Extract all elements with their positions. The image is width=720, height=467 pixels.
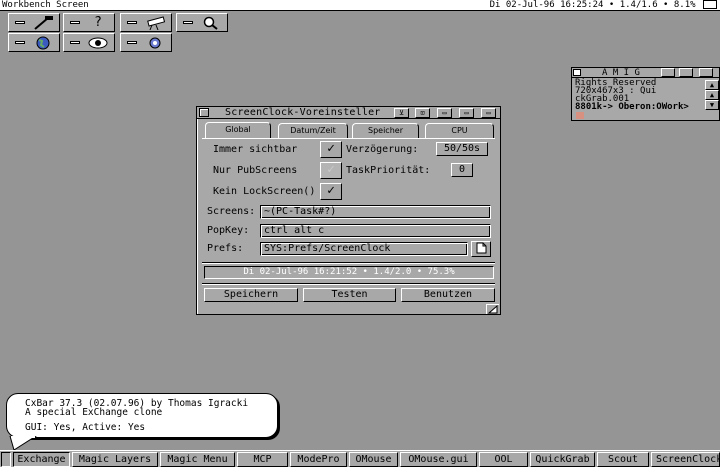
screen-title-bar[interactable]: Workbench Screen Di 02-Jul-96 16:25:24 •… (0, 0, 720, 11)
snapshot-gadget[interactable]: ⊡ (415, 108, 430, 118)
help-balloon: CxBar 37.3 (02.07.96) by Thomas Igracki … (6, 393, 278, 438)
clock-time: Di 02-Jul-96 16:25:24 (489, 0, 604, 10)
eye-icon (86, 35, 110, 51)
window-title-bar[interactable]: ScreenClock-Voreinsteller ⊻ ⊡ ▭ ▭ ▭ (197, 107, 500, 119)
taskbar-item-mcp[interactable]: MCP (237, 452, 288, 467)
delay-field[interactable]: 50/50s (436, 142, 488, 156)
zoom-gadget[interactable] (661, 68, 675, 77)
taskbar-item-omouse[interactable]: OMouse (349, 452, 398, 467)
launcher-button-7[interactable] (120, 33, 172, 52)
depth-gadget-2[interactable]: ▭ (481, 108, 496, 118)
taskbar-item-exchange[interactable]: Exchange (13, 452, 70, 467)
globe-icon (31, 35, 55, 51)
depth-gadget[interactable] (679, 68, 693, 77)
taskbar-item-quickgrab[interactable]: QuickGrab (530, 452, 595, 467)
depth-gadget[interactable]: ▭ (459, 108, 474, 118)
launcher-button-2[interactable]: ? (63, 13, 115, 32)
prefs-path-input[interactable]: SYS:Prefs/ScreenClock (260, 242, 468, 256)
mini-line-4: 8801k-> Oberon:OWork> (575, 102, 689, 112)
use-button[interactable]: Benutzen (401, 288, 495, 302)
mini-window-title-bar[interactable]: A M I G (572, 68, 719, 78)
help-icon: ? (94, 15, 102, 30)
file-requester-button[interactable] (471, 241, 491, 257)
task-priority-label: TaskPriorität: (346, 165, 431, 176)
file-icon (476, 242, 487, 254)
taskbar-item-omouse-gui[interactable]: OMouse.gui (400, 452, 477, 467)
commodity-task-bar: Exchange Magic Layers Magic Menu MCP Mod… (0, 450, 720, 467)
scroll-down-arrow[interactable]: ▼ (705, 100, 719, 110)
screen-depth-gadget[interactable] (703, 0, 717, 9)
clock-preview: Di 02-Jul-96 16:21:52 • 1.4/2.0 • 75.3% (204, 266, 494, 279)
section-divider (202, 262, 495, 264)
tab-global[interactable]: Global (205, 122, 271, 139)
section-divider-2 (202, 283, 495, 285)
amiga-info-window[interactable]: A M I G Rights Reserved 720x467x3 : Qui … (571, 67, 720, 121)
screens-input[interactable]: ~(PC-Task#?) (260, 205, 491, 219)
popkey-label: PopKey: (207, 225, 250, 236)
launcher-button-4[interactable] (176, 13, 228, 32)
screenclock-prefs-window[interactable]: ScreenClock-Voreinsteller ⊻ ⊡ ▭ ▭ ▭ Glob… (196, 106, 501, 315)
taskbar-item-scout[interactable]: Scout (597, 452, 649, 467)
tab-panel-divider (202, 138, 495, 139)
iconify-gadget[interactable]: ⊻ (394, 108, 409, 118)
taskbar-item-screenclock[interactable]: ScreenClock (651, 452, 720, 467)
clock-load: 1.4/1.6 (619, 0, 658, 10)
close-gadget[interactable] (199, 108, 209, 117)
taskbar-item-modepro[interactable]: ModePro (290, 452, 347, 467)
pub-screens-label: Nur PubScreens (213, 165, 298, 176)
scroll-up-arrow-2[interactable]: ▲ (705, 90, 719, 100)
screen-clock: Di 02-Jul-96 16:25:24 • 1.4/1.6 • 8.1% (490, 0, 720, 10)
balloon-line-2: A special ExChange clone (25, 407, 163, 418)
hammer-icon (31, 15, 55, 31)
always-visible-label: Immer sichtbar (213, 144, 298, 155)
telescope-icon (143, 15, 167, 31)
close-gadget[interactable] (573, 69, 581, 76)
mini-window-title: A M I G (602, 68, 640, 78)
launcher-button-1[interactable] (8, 13, 60, 32)
tab-cpu[interactable]: CPU (425, 123, 494, 138)
task-priority-field[interactable]: 0 (451, 163, 473, 177)
zoom-gadget[interactable]: ▭ (437, 108, 452, 118)
window-title: ScreenClock-Voreinsteller (225, 107, 381, 118)
tab-datum-zeit[interactable]: Datum/Zeit (278, 123, 348, 138)
balloon-line-3: GUI: Yes, Active: Yes (25, 422, 146, 433)
pub-screens-checkbox[interactable]: ✓ (320, 162, 342, 179)
prefs-label: Prefs: (207, 243, 244, 254)
delay-label: Verzögerung: (346, 144, 419, 155)
taskbar-item-magic-menu[interactable]: Magic Menu (160, 452, 235, 467)
launcher-button-5[interactable] (8, 33, 60, 52)
resize-gadget[interactable] (486, 304, 499, 314)
magnifier-icon (199, 15, 223, 31)
always-visible-checkbox[interactable]: ✓ (320, 141, 342, 158)
screens-label: Screens: (207, 206, 256, 217)
taskbar-menu-button[interactable] (1, 452, 11, 467)
gears-icon (143, 35, 167, 51)
taskbar-item-ool[interactable]: OOL (479, 452, 528, 467)
scroll-up-arrow[interactable]: ▲ (705, 80, 719, 90)
launcher-button-6[interactable] (63, 33, 115, 52)
launcher-button-3[interactable] (120, 13, 172, 32)
tab-speicher[interactable]: Speicher (352, 123, 419, 138)
save-button[interactable]: Speichern (204, 288, 298, 302)
clock-percent: 8.1% (673, 0, 696, 10)
no-lockscreen-label: Kein LockScreen() (213, 186, 316, 197)
mini-cursor (576, 112, 584, 119)
taskbar-item-magic-layers[interactable]: Magic Layers (72, 452, 158, 467)
screen-title: Workbench Screen (2, 0, 89, 10)
depth-gadget-2[interactable] (699, 68, 713, 77)
test-button[interactable]: Testen (303, 288, 396, 302)
no-lockscreen-checkbox[interactable]: ✓ (320, 183, 342, 200)
popkey-input[interactable]: ctrl alt c (260, 224, 491, 238)
